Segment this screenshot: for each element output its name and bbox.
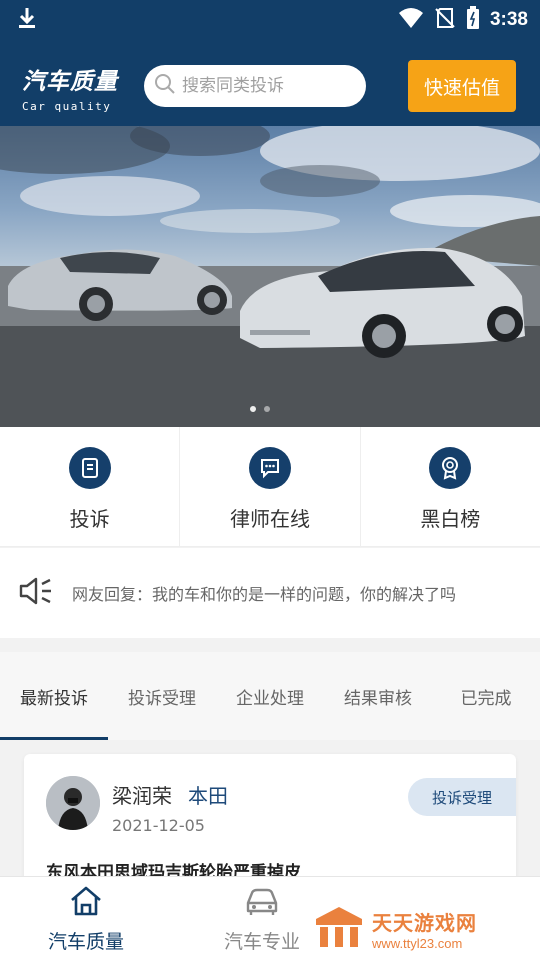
menu-label: 黑白榜: [420, 507, 481, 531]
banner-carousel[interactable]: [0, 126, 540, 427]
complaint-tabs: 最新投诉 投诉受理 企业处理 结果审核 已完成: [0, 652, 540, 740]
notice-text: 网友回复：我的车和你的是一样的问题，你的解决了吗: [72, 585, 457, 604]
search-box[interactable]: [144, 65, 366, 107]
nav-label: 汽车质量: [48, 931, 125, 953]
carousel-dots[interactable]: [250, 406, 270, 412]
app-header: 汽车质量 Car quality 快速估值: [0, 38, 540, 126]
quick-menu: 投诉 律师在线 黑白榜: [0, 427, 540, 547]
menu-label: 律师在线: [229, 507, 310, 531]
user-name: 梁润荣: [112, 784, 172, 808]
document-icon: [68, 447, 111, 489]
watermark-en: www.ttyl23.com: [372, 936, 463, 951]
search-input[interactable]: [182, 76, 352, 96]
notice-bar[interactable]: 网友回复：我的车和你的是一样的问题，你的解决了吗: [0, 548, 540, 638]
home-icon: [69, 885, 103, 921]
logo-cn: 汽车质量: [22, 69, 118, 95]
battery-icon: [466, 6, 480, 34]
nav-car-professional[interactable]: 汽车专业: [224, 885, 300, 954]
carousel-dot[interactable]: [250, 406, 256, 412]
wifi-icon: [398, 7, 424, 33]
no-signal-icon: [434, 7, 456, 33]
tab-accepted[interactable]: 投诉受理: [108, 652, 216, 740]
download-icon: [16, 6, 38, 34]
site-watermark: 天天游戏网 www.ttyl23.com: [314, 905, 477, 953]
watermark-cn: 天天游戏网: [372, 911, 477, 935]
car-brand: 本田: [188, 784, 228, 808]
status-bar: 3:38: [0, 0, 540, 38]
menu-item-complaint[interactable]: 投诉: [0, 427, 181, 546]
app-logo: 汽车质量 Car quality: [22, 62, 118, 113]
menu-label: 投诉: [69, 507, 110, 531]
carousel-dot[interactable]: [264, 406, 270, 412]
status-badge: 投诉受理: [408, 778, 516, 816]
logo-en: Car quality: [22, 100, 112, 113]
avatar: [46, 776, 100, 830]
quick-valuation-button[interactable]: 快速估值: [408, 60, 516, 112]
clock: 3:38: [489, 9, 528, 30]
tab-completed[interactable]: 已完成: [432, 652, 540, 740]
bottom-nav: 汽车质量 汽车专业 天天游戏网 www.ttyl23.com: [0, 876, 540, 960]
nav-label: 汽车专业: [224, 931, 301, 953]
tab-latest[interactable]: 最新投诉: [0, 652, 108, 740]
tab-enterprise[interactable]: 企业处理: [216, 652, 324, 740]
car-icon: [244, 885, 280, 921]
menu-item-ranking[interactable]: 黑白榜: [361, 427, 540, 546]
nav-car-quality[interactable]: 汽车质量: [48, 885, 124, 954]
menu-item-lawyer[interactable]: 律师在线: [180, 427, 361, 546]
watermark-logo-icon: [314, 905, 364, 953]
search-icon: [154, 73, 176, 99]
banner-image: [0, 126, 540, 427]
tab-review[interactable]: 结果审核: [324, 652, 432, 740]
complaint-date: 2021-12-05: [112, 816, 205, 835]
speaker-icon: [18, 576, 54, 610]
chat-icon: [248, 447, 291, 489]
medal-icon: [429, 447, 472, 489]
